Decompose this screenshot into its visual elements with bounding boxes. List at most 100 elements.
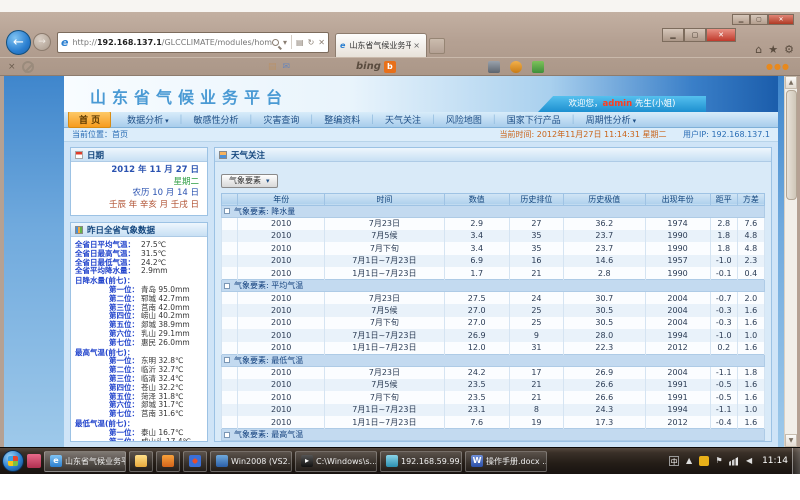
volume-icon[interactable]: ◀ [744,456,754,466]
forward-button[interactable]: → [33,33,51,51]
column-header-5[interactable]: 出现年份 [645,193,710,205]
nav-item-compiled-data[interactable]: 整编资料 [314,112,370,127]
mail-icon[interactable]: ✉ [283,62,291,72]
ime-indicator-icon[interactable]: 中 [669,456,679,466]
cell-extreme-year: 1991 [645,391,710,404]
task-button-app-orange[interactable] [156,451,180,472]
toolbar-overflow-dots[interactable]: ●●● [766,62,790,71]
tab-title[interactable]: 山东省气候业务平... [349,40,411,51]
nav-item-weather-focus[interactable]: 天气关注 [375,112,431,127]
element-group-row: 气象要素: 最低气温 [222,354,765,366]
column-header-4[interactable]: 历史极值 [564,193,645,205]
url-text[interactable]: http://192.168.137.1/GLCCLIMATE/modules/… [72,38,272,47]
task-button-cmd[interactable]: ▸C:\Windows\s... [295,451,377,472]
row-expand-cell [222,255,238,268]
maximize-button[interactable]: ▢ [684,28,706,42]
home-icon[interactable]: ⌂ [755,43,762,56]
background-minimize-button[interactable]: ▁ [732,14,750,25]
scroll-up-icon[interactable]: ▲ [785,76,797,89]
cell-rank: 35 [509,230,563,243]
show-hidden-icons[interactable]: ▲ [684,456,694,466]
cell-extreme: 28.0 [564,329,645,342]
task-button-word[interactable]: W操作手册.docx ... [465,451,547,472]
addon-icon[interactable] [532,61,544,73]
action-center-flag-icon[interactable]: ⚑ [714,456,724,466]
column-header-0[interactable]: 年份 [238,193,325,205]
element-filter-button[interactable]: 气象要素 ▾ [221,174,278,188]
task-button-media[interactable] [183,451,207,472]
group-checkbox[interactable] [224,283,230,289]
camera-icon[interactable] [488,61,500,73]
group-checkbox[interactable] [224,208,230,214]
chevron-down-icon: ▾ [165,117,169,125]
antivirus-icon[interactable] [699,456,709,466]
new-tab-button[interactable] [429,38,445,54]
tab-close-icon[interactable]: × [411,41,422,50]
nav-item-risk-map[interactable]: 风险地图 [436,112,492,127]
table-row: 20107月23日27.52430.72004-0.72.0 [222,292,765,305]
rank-value[interactable]: 莒南 31.6℃ [141,410,184,419]
quick-launch-icon[interactable] [27,454,41,468]
weather-focus-title: 天气关注 [231,149,265,161]
tools-gear-icon[interactable]: ⚙ [784,43,794,56]
rank-value[interactable]: 成山头 17.4℃ [141,438,191,442]
cell-year: 2010 [238,329,325,342]
assistant-icon[interactable] [510,61,522,73]
card-icon[interactable]: ▤ [268,62,277,72]
network-icon[interactable] [729,457,739,466]
nav-item-periodic-analysis[interactable]: 周期性分析▾ [576,112,647,127]
browser-tab[interactable]: e 山东省气候业务平... × [335,33,427,57]
start-button[interactable] [2,450,24,472]
cell-extreme: 30.7 [564,292,645,305]
group-checkbox[interactable] [224,357,230,363]
task-button-ie[interactable]: e山东省气候业务平... [44,451,126,472]
compatibility-view-icon[interactable]: ▤ [296,38,304,47]
taskbar-clock[interactable]: 11:14 [762,456,788,466]
table-row: 20107月5候23.52126.61991-0.51.6 [222,379,765,392]
cell-anomaly: -1.0 [710,255,737,268]
cell-anomaly: -0.5 [710,379,737,392]
cell-time: 7月1日~7月23日 [325,329,444,342]
back-button[interactable]: ← [6,30,31,55]
cell-extreme-year: 1957 [645,255,710,268]
nav-item-sensitivity-analysis[interactable]: 敏感性分析 [184,112,249,127]
column-header-6[interactable]: 距平 [710,193,737,205]
task-button-vm[interactable]: Win2008 (VS2... [210,451,292,472]
group-checkbox[interactable] [224,432,230,438]
minimize-button[interactable]: ▁ [662,28,684,42]
toolbar-close-icon[interactable]: × [8,62,16,72]
column-header-1[interactable]: 时间 [325,193,444,205]
nav-item-data-analysis[interactable]: 数据分析▾ [117,112,179,127]
nav-item-national-products[interactable]: 国家下行产品 [497,112,571,127]
background-close-button[interactable]: ✕ [768,14,794,25]
scrollbar-thumb[interactable] [786,90,797,200]
close-button[interactable]: ✕ [706,28,736,42]
breadcrumb-bar: 当前位置：首页 当前时间: 2012年11月27日 11:14:31 星期二 用… [64,128,778,142]
background-maximize-button[interactable]: ▢ [750,14,768,25]
nav-item-home[interactable]: 首 页 [68,111,111,128]
calendar-icon [75,151,83,159]
show-desktop-button[interactable] [792,448,800,475]
cell-rank: 25 [509,304,563,317]
bing-toolbar[interactable]: bing b [356,61,396,73]
task-button-folder[interactable] [129,451,153,472]
blocked-content-icon[interactable] [22,61,34,73]
rank-value[interactable]: 惠民 26.0mm [141,339,190,348]
nav-item-disaster-query[interactable]: 灾害查询 [253,112,309,127]
favorites-star-icon[interactable]: ★ [768,43,778,56]
vertical-scrollbar[interactable]: ▲ ▼ [784,76,797,447]
row-expand-cell [222,317,238,330]
cell-year: 2010 [238,404,325,417]
refresh-icon[interactable]: ↻ [308,38,315,47]
column-header-3[interactable]: 历史排位 [509,193,563,205]
stop-icon[interactable]: ✕ [318,38,325,47]
address-bar[interactable]: e http://192.168.137.1/GLCCLIMATE/module… [57,32,329,53]
rank-item: 第七位：惠民 26.0mm [75,339,205,348]
search-icon[interactable] [272,39,279,46]
chevron-down-icon[interactable]: ▾ [283,38,287,47]
cell-extreme: 14.6 [564,255,645,268]
task-button-remote[interactable]: 192.168.59.99... [380,451,462,472]
column-header-2[interactable]: 数值 [444,193,509,205]
column-header-7[interactable]: 方差 [737,193,764,205]
scroll-down-icon[interactable]: ▼ [785,434,797,447]
